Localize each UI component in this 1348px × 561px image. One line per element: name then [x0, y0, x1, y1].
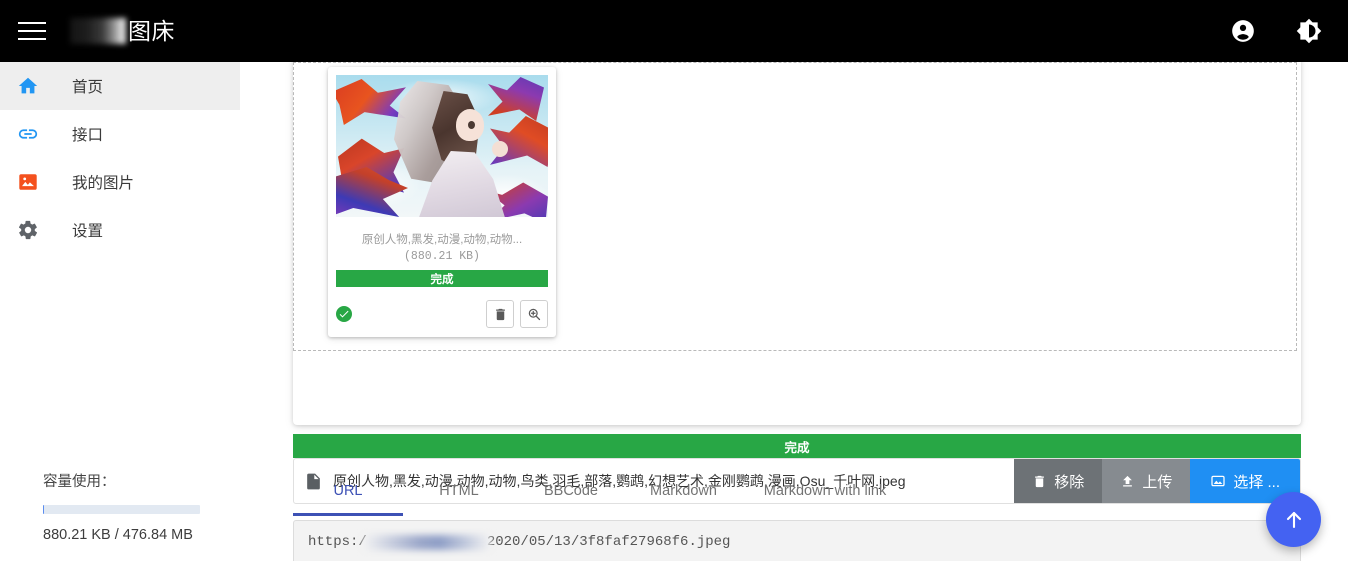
- brightness-contrast-icon[interactable]: [1296, 18, 1322, 44]
- success-check-icon: [336, 306, 352, 322]
- thumbnail-actions: [336, 299, 548, 329]
- upload-thumbnail-card: 原创人物,黑发,动漫,动物,动物... (880.21 KB) 完成: [328, 67, 556, 337]
- tab-markdown[interactable]: Markdown: [627, 466, 740, 516]
- capacity-progress-track: [43, 505, 200, 514]
- url-suffix: 2020/05/13/3f8faf27968f6.jpeg: [486, 534, 731, 550]
- main-content: 原创人物,黑发,动漫,动物,动物... (880.21 KB) 完成 完成 原创…: [240, 62, 1348, 561]
- thumbnail-progress-bar: 完成: [336, 270, 548, 287]
- hamburger-line: [18, 38, 46, 40]
- sidebar-item-home[interactable]: 首页: [0, 62, 240, 110]
- overall-progress-bar: 完成: [293, 434, 1301, 458]
- tab-bbcode[interactable]: BBCode: [515, 466, 627, 516]
- image-icon: [16, 170, 40, 194]
- sidebar-item-settings[interactable]: 设置: [0, 206, 240, 254]
- tab-label: HTML: [439, 483, 479, 499]
- sidebar-item-label: 设置: [72, 223, 104, 240]
- url-output-field[interactable]: https:/ 2020/05/13/3f8faf27968f6.jpeg: [293, 520, 1301, 561]
- hamburger-line: [18, 30, 46, 32]
- brand[interactable]: 图床: [70, 0, 175, 62]
- scroll-to-top-button[interactable]: [1266, 492, 1321, 547]
- sidebar-item-label: 首页: [72, 79, 104, 96]
- sidebar-item-label: 接口: [72, 127, 104, 144]
- upload-panel: 原创人物,黑发,动漫,动物,动物... (880.21 KB) 完成: [293, 62, 1301, 425]
- capacity-usage: 容量使用： 880.21 KB / 476.84 MB: [43, 470, 243, 543]
- trash-icon[interactable]: [486, 300, 514, 328]
- thumbnail-file-size: (880.21 KB): [404, 250, 480, 263]
- thumbnail-preview-image[interactable]: [336, 75, 548, 217]
- header-actions: [1230, 18, 1322, 44]
- sidebar: 首页 接口 我的图片 设置 容量使用： 880.21 KB / 476.84 M…: [0, 62, 240, 561]
- format-tabs: URL HTML BBCode Markdown Markdown with l…: [293, 466, 1301, 516]
- tab-label: Markdown: [650, 483, 717, 499]
- sidebar-item-api[interactable]: 接口: [0, 110, 240, 158]
- tab-markdown-with-link[interactable]: Markdown with link: [740, 466, 910, 516]
- link-icon: [16, 122, 40, 146]
- brand-title: 图床: [128, 18, 175, 44]
- brand-redacted-block: [70, 18, 126, 44]
- tab-url[interactable]: URL: [293, 466, 403, 516]
- illustration-eye: [468, 121, 475, 129]
- magnifier-plus-icon[interactable]: [520, 300, 548, 328]
- home-icon: [16, 74, 40, 98]
- capacity-text: 880.21 KB / 476.84 MB: [43, 527, 193, 543]
- file-dropzone[interactable]: 原创人物,黑发,动漫,动物,动物... (880.21 KB) 完成: [293, 62, 1297, 351]
- tab-html[interactable]: HTML: [403, 466, 515, 516]
- url-prefix: https:/: [308, 534, 367, 550]
- capacity-title: 容量使用：: [43, 474, 116, 490]
- thumbnail-file-name: 原创人物,黑发,动漫,动物,动物...: [361, 234, 523, 246]
- url-redacted-block: [362, 534, 491, 550]
- gear-icon: [16, 218, 40, 242]
- thumbnail-button-group: [486, 300, 548, 328]
- sidebar-item-my-images[interactable]: 我的图片: [0, 158, 240, 206]
- account-circle-icon[interactable]: [1230, 18, 1256, 44]
- overall-progress-label: 完成: [784, 440, 810, 455]
- arrow-up-icon: [1286, 511, 1301, 528]
- tab-label: URL: [333, 483, 363, 499]
- hamburger-menu-icon[interactable]: [18, 16, 48, 46]
- tab-label: Markdown with link: [763, 483, 887, 499]
- app-header: 图床: [0, 0, 1348, 62]
- illustration-hand: [492, 141, 508, 157]
- sidebar-item-label: 我的图片: [72, 175, 135, 192]
- hamburger-line: [18, 22, 46, 24]
- tab-label: BBCode: [543, 483, 598, 499]
- thumbnail-progress-label: 完成: [430, 273, 454, 286]
